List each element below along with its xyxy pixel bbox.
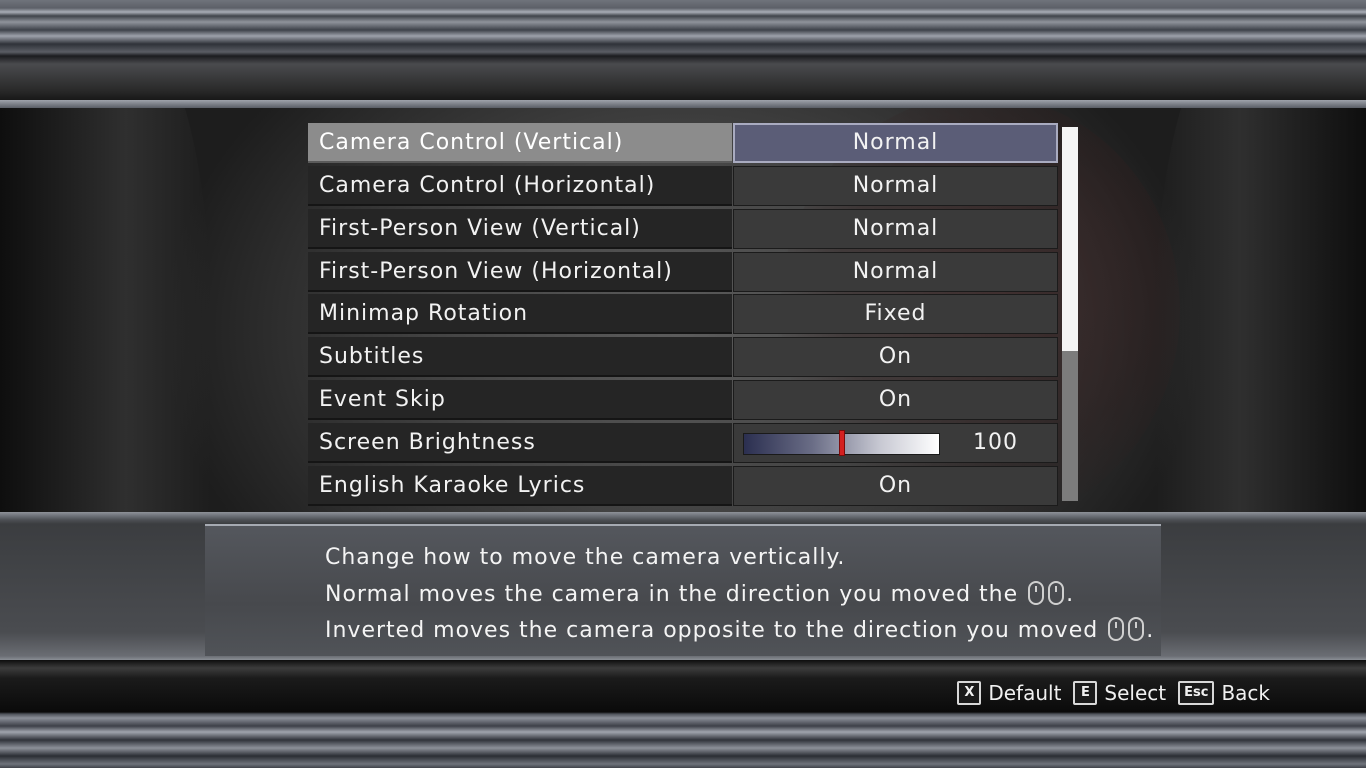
top-metal-frame — [0, 0, 1366, 104]
description-text: Change how to move the camera vertically… — [325, 545, 846, 570]
description-line-3: Inverted moves the camera opposite to th… — [325, 613, 1153, 650]
setting-label: English Karaoke Lyrics — [308, 466, 732, 506]
brightness-slider-track[interactable] — [743, 430, 940, 456]
brightness-value: 100 — [973, 430, 1018, 455]
settings-scrollbar[interactable] — [1062, 127, 1078, 501]
setting-label: Camera Control (Horizontal) — [308, 166, 732, 206]
button-hints: X Default E Select Esc Back — [957, 678, 1270, 708]
key-x-icon: X — [957, 681, 982, 705]
brightness-slider-handle[interactable] — [838, 430, 845, 456]
scrollbar-thumb[interactable] — [1062, 127, 1078, 352]
setting-label: Camera Control (Vertical) — [308, 123, 732, 163]
setting-row-fpv-vertical[interactable]: First-Person View (Vertical) Normal — [308, 209, 1058, 249]
setting-label: First-Person View (Horizontal) — [308, 252, 732, 292]
setting-label: Subtitles — [308, 337, 732, 377]
setting-row-fpv-horizontal[interactable]: First-Person View (Horizontal) Normal — [308, 252, 1058, 292]
select-label: Select — [1104, 681, 1167, 705]
default-hint[interactable]: X Default — [957, 681, 1061, 705]
setting-value[interactable]: Normal — [733, 123, 1058, 163]
mouse-icon — [1128, 617, 1145, 641]
setting-value[interactable]: Normal — [733, 166, 1058, 206]
mouse-icon — [1048, 580, 1065, 605]
bottom-metal-frame — [0, 660, 1366, 768]
default-label: Default — [988, 681, 1062, 705]
setting-label: Event Skip — [308, 380, 732, 420]
description-text: Inverted moves the camera opposite to th… — [325, 618, 1099, 643]
setting-label: First-Person View (Vertical) — [308, 209, 732, 249]
description-text: . — [1066, 581, 1075, 607]
setting-row-subtitles[interactable]: Subtitles On — [308, 337, 1058, 377]
setting-row-minimap-rotation[interactable]: Minimap Rotation Fixed — [308, 294, 1058, 334]
setting-label: Minimap Rotation — [308, 294, 732, 334]
select-hint[interactable]: E Select — [1073, 681, 1166, 705]
setting-value[interactable]: Fixed — [733, 294, 1058, 334]
back-label: Back — [1221, 681, 1270, 705]
setting-value[interactable]: On — [733, 337, 1058, 377]
brightness-slider-cell[interactable]: 100 — [733, 423, 1058, 463]
description-line-1: Change how to move the camera vertically… — [325, 540, 1145, 577]
setting-value[interactable]: On — [733, 466, 1058, 506]
key-e-icon: E — [1073, 681, 1098, 705]
description-line-2: Normal moves the camera in the direction… — [325, 577, 1145, 614]
description-text: . — [1146, 618, 1155, 643]
mouse-icon — [1028, 580, 1045, 605]
key-esc-icon: Esc — [1178, 681, 1215, 705]
setting-row-screen-brightness[interactable]: Screen Brightness 100 — [308, 423, 1058, 463]
mouse-icon — [1108, 617, 1125, 641]
setting-row-camera-horizontal[interactable]: Camera Control (Horizontal) Normal — [308, 166, 1058, 206]
setting-label: Screen Brightness — [308, 423, 732, 463]
setting-description: Change how to move the camera vertically… — [325, 540, 1153, 650]
setting-value[interactable]: Normal — [733, 209, 1058, 249]
setting-row-event-skip[interactable]: Event Skip On — [308, 380, 1058, 420]
setting-value[interactable]: Normal — [733, 252, 1058, 292]
setting-row-camera-vertical[interactable]: Camera Control (Vertical) Normal — [308, 123, 1058, 163]
setting-row-karaoke-lyrics[interactable]: English Karaoke Lyrics On — [308, 466, 1058, 506]
top-frame-rail — [0, 100, 1366, 108]
back-hint[interactable]: Esc Back — [1178, 681, 1270, 705]
setting-value[interactable]: On — [733, 380, 1058, 420]
description-text: Normal moves the camera in the direction… — [325, 581, 1019, 607]
